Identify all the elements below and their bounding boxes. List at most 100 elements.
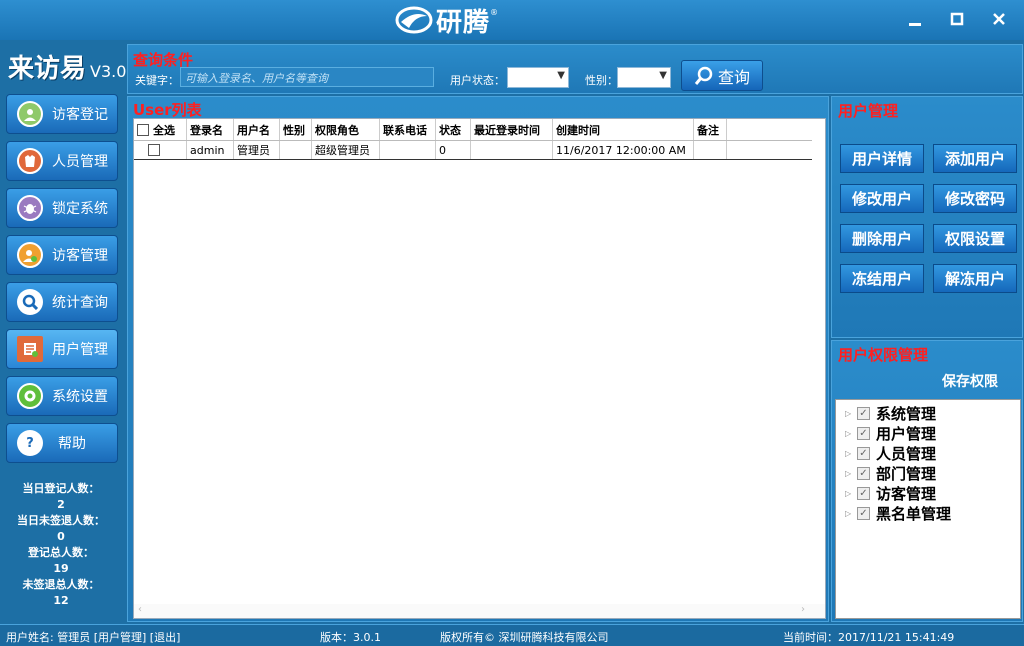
- brand-name: 研腾: [436, 7, 491, 38]
- nav-label: 锁定系统: [52, 201, 108, 217]
- stat-today-unsigned-label: 当日未签退人数：: [17, 514, 105, 527]
- row-checkbox-cell[interactable]: [134, 141, 187, 159]
- select-all-checkbox[interactable]: [137, 123, 149, 136]
- cell-created: 11/6/2017 12:00:00 AM: [553, 141, 694, 159]
- minimize-button[interactable]: [902, 6, 928, 32]
- status-version: 版本：3.0.1: [320, 631, 381, 644]
- expand-icon[interactable]: ▷: [845, 449, 857, 458]
- stat-total-unsigned-value: 12: [53, 594, 69, 607]
- checkbox-checked-icon[interactable]: ✓: [857, 406, 870, 420]
- expand-icon[interactable]: ▷: [845, 409, 857, 418]
- edit-user-button[interactable]: 修改用户: [840, 184, 924, 213]
- cell-last-login: [471, 141, 553, 159]
- column-header: 性别: [280, 119, 312, 140]
- unfreeze-user-button[interactable]: 解冻用户: [933, 264, 1017, 293]
- tree-item[interactable]: ▷ ✓ 部门管理: [836, 463, 1020, 483]
- stat-total-value: 19: [53, 562, 69, 575]
- nav-label: 帮助: [58, 436, 86, 452]
- user-details-button[interactable]: 用户详情: [840, 144, 924, 173]
- search-button[interactable]: 查询: [681, 60, 763, 91]
- nav-label: 系统设置: [52, 389, 108, 405]
- expand-icon[interactable]: ▷: [845, 429, 857, 438]
- search-label: 查询: [717, 67, 750, 87]
- close-icon: [993, 13, 1005, 25]
- scroll-right-icon[interactable]: ›: [801, 604, 805, 615]
- table-row[interactable]: admin 管理员 超级管理员 0 11/6/2017 12:00:00 AM: [134, 141, 812, 160]
- maximize-button[interactable]: [944, 6, 970, 32]
- nav-label: 访客管理: [52, 248, 108, 264]
- cell-status: 0: [436, 141, 471, 159]
- checkbox-checked-icon[interactable]: ✓: [857, 426, 870, 440]
- cell-login: admin: [187, 141, 234, 159]
- chevron-down-icon: ▼: [557, 70, 565, 81]
- staff-icon: [17, 148, 43, 174]
- tree-item-label: 黑名单管理: [876, 504, 952, 523]
- close-button[interactable]: [986, 6, 1012, 32]
- brand-logo: 研腾 ®: [395, 4, 498, 38]
- column-header: 最近登录时间: [471, 119, 553, 140]
- stat-total-unsigned-label: 未签退总人数：: [22, 578, 100, 591]
- nav-user-manage[interactable]: 用户管理: [6, 329, 118, 369]
- add-user-button[interactable]: 添加用户: [933, 144, 1017, 173]
- expand-icon[interactable]: ▷: [845, 509, 857, 518]
- tree-item[interactable]: ▷ ✓ 人员管理: [836, 443, 1020, 463]
- freeze-user-button[interactable]: 冻结用户: [840, 264, 924, 293]
- expand-icon[interactable]: ▷: [845, 489, 857, 498]
- stat-today-unsigned-value: 0: [57, 530, 65, 543]
- user-management-title: 用户管理: [838, 102, 899, 120]
- nav-visitor-register[interactable]: 访客登记: [6, 94, 118, 134]
- column-header: 创建时间: [553, 119, 694, 140]
- column-header: 状态: [436, 119, 471, 140]
- cell-gender: [280, 141, 312, 159]
- nav-statistics[interactable]: 统计查询: [6, 282, 118, 322]
- row-checkbox[interactable]: [148, 144, 160, 156]
- stat-today-value: 2: [57, 498, 65, 511]
- cell-username: 管理员: [234, 141, 280, 159]
- gear-icon: [17, 383, 43, 409]
- nav-staff[interactable]: 人员管理: [6, 141, 118, 181]
- tree-item-label: 访客管理: [876, 484, 937, 503]
- nav-visitor-manage[interactable]: 访客管理: [6, 235, 118, 275]
- tree-item[interactable]: ▷ ✓ 黑名单管理: [836, 503, 1020, 523]
- change-password-button[interactable]: 修改密码: [933, 184, 1017, 213]
- scroll-left-icon[interactable]: ‹: [138, 604, 142, 615]
- column-header: 权限角色: [312, 119, 380, 140]
- nav-help[interactable]: ? 帮助: [6, 423, 118, 463]
- nav-lock-system[interactable]: 锁定系统: [6, 188, 118, 228]
- save-permissions-button[interactable]: 保存权限: [942, 371, 998, 391]
- chevron-down-icon: ▼: [659, 70, 667, 81]
- permission-settings-button[interactable]: 权限设置: [933, 224, 1017, 253]
- nav-label: 用户管理: [52, 342, 108, 358]
- checkbox-checked-icon[interactable]: ✓: [857, 446, 870, 460]
- keyword-input[interactable]: 可输入登录名、用户名等查询: [180, 67, 434, 87]
- gender-label: 性别：: [585, 74, 618, 87]
- checkbox-checked-icon[interactable]: ✓: [857, 486, 870, 500]
- tree-item[interactable]: ▷ ✓ 访客管理: [836, 483, 1020, 503]
- checkbox-checked-icon[interactable]: ✓: [857, 466, 870, 480]
- help-icon: ?: [17, 430, 43, 456]
- horizontal-scrollbar[interactable]: ‹ ›: [134, 604, 825, 618]
- nav-settings[interactable]: 系统设置: [6, 376, 118, 416]
- status-select[interactable]: ▼: [507, 67, 569, 88]
- expand-icon[interactable]: ▷: [845, 469, 857, 478]
- gender-select[interactable]: ▼: [617, 67, 671, 88]
- permission-tree: ▷ ✓ 系统管理 ▷ ✓ 用户管理 ▷ ✓ 人员管理 ▷ ✓ 部门管理 ▷ ✓ 访客管理 ▷ ✓ 黑名单…: [835, 399, 1021, 619]
- search-icon: [17, 289, 43, 315]
- delete-user-button[interactable]: 删除用户: [840, 224, 924, 253]
- tree-item-label: 部门管理: [876, 464, 937, 483]
- user-list-panel: User列表 全选 登录名 用户名 性别 权限角色 联系电话 状态 最近登录时间…: [127, 96, 829, 622]
- tree-item[interactable]: ▷ ✓ 用户管理: [836, 423, 1020, 443]
- tree-item-label: 用户管理: [876, 424, 937, 443]
- checkbox-checked-icon[interactable]: ✓: [857, 506, 870, 520]
- visitor-register-icon: [17, 101, 43, 127]
- nav-label: 访客登记: [52, 107, 108, 123]
- query-panel: 查询条件 关键字： 可输入登录名、用户名等查询 用户状态： ▼ 性别： ▼ 查询: [127, 44, 1023, 94]
- nav-label: 人员管理: [52, 154, 108, 170]
- minimize-icon: [909, 23, 921, 26]
- column-select-all[interactable]: 全选: [134, 119, 187, 140]
- status-copyright: 版权所有© 深圳研腾科技有限公司: [440, 631, 609, 644]
- title-bar: 研腾 ®: [0, 0, 1024, 40]
- tree-item[interactable]: ▷ ✓ 系统管理: [836, 403, 1020, 423]
- user-management-panel: 用户管理 用户详情 添加用户 修改用户 修改密码 删除用户 权限设置 冻结用户 …: [831, 96, 1023, 338]
- grid-header: 全选 登录名 用户名 性别 权限角色 联系电话 状态 最近登录时间 创建时间 备…: [134, 119, 812, 141]
